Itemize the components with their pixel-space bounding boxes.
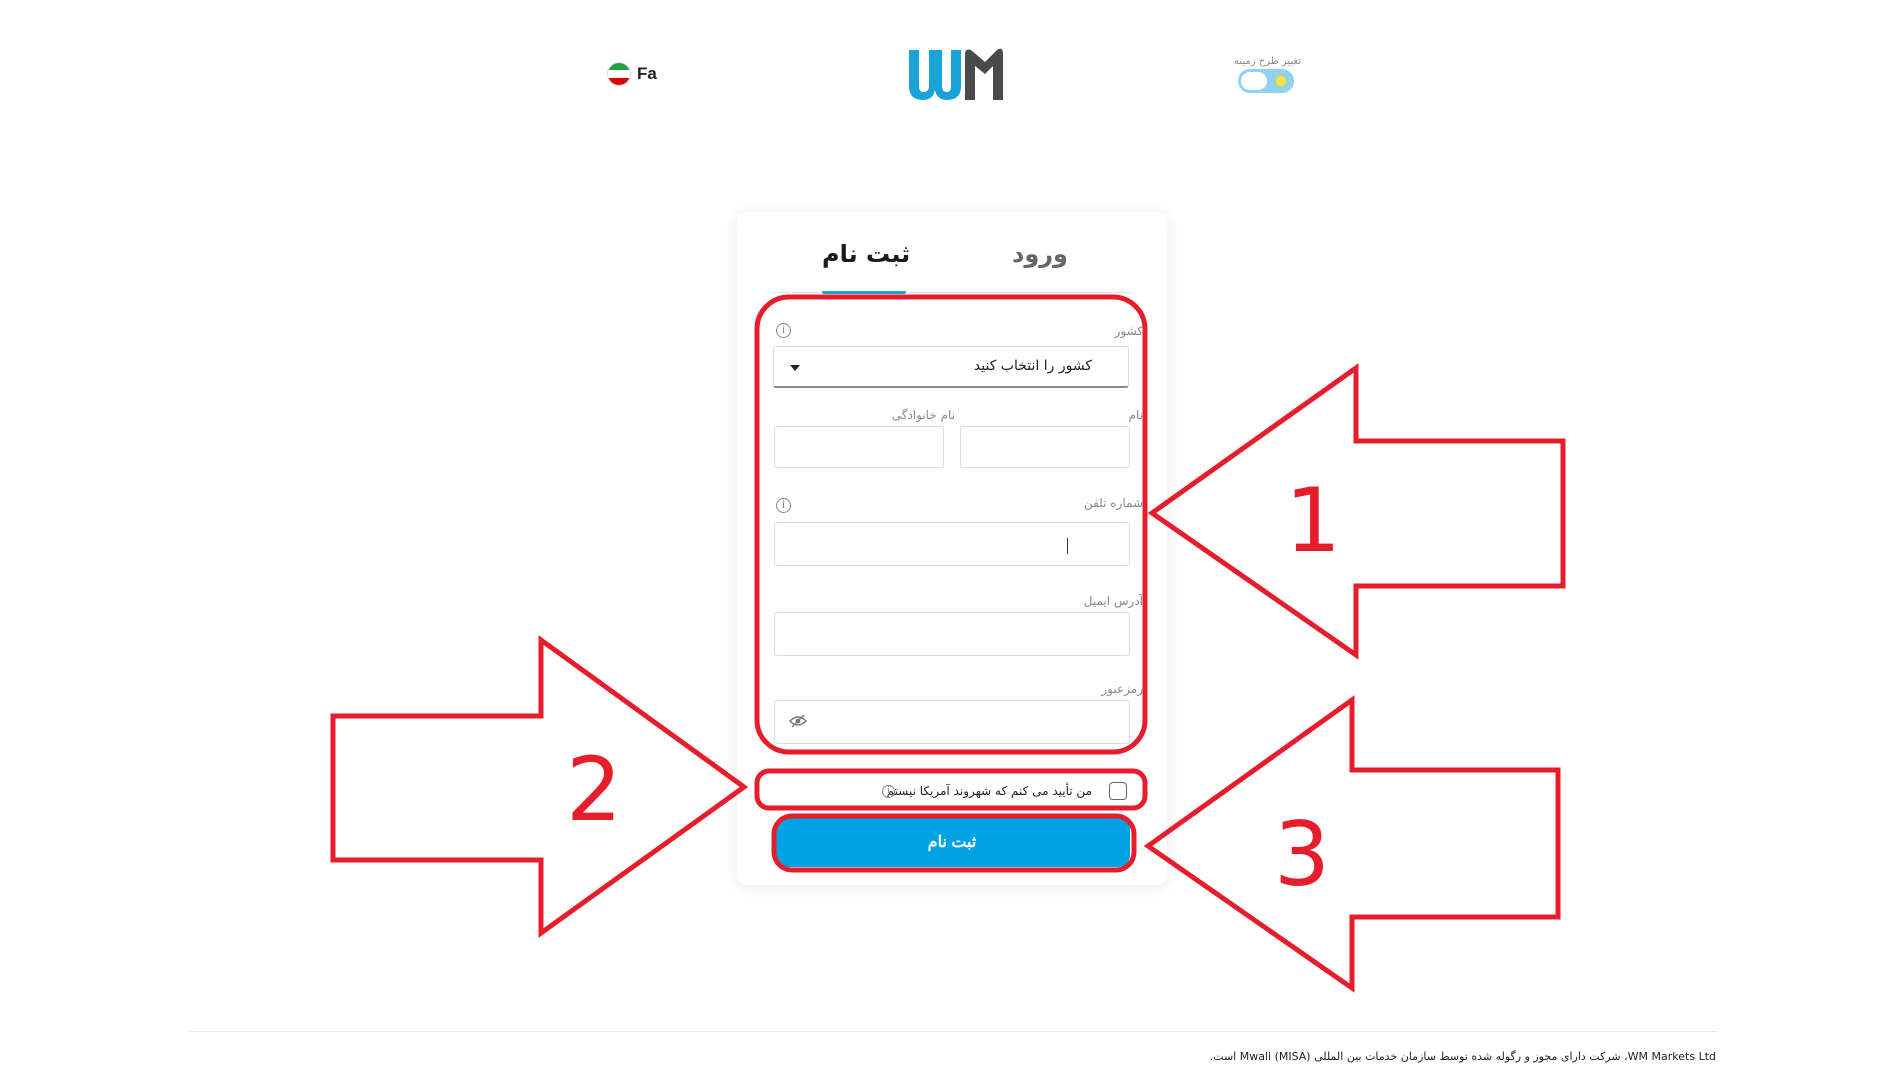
info-icon[interactable]: i [882, 785, 895, 798]
annotation-number-1: 1 [1285, 469, 1341, 572]
email-label: آدرس ایمیل [1083, 594, 1143, 608]
us-citizen-checkbox-label: من تأیید می کنم که شهروند آمریکا نیستم [886, 784, 1092, 798]
auth-tabs: ثبت نام ورود [772, 236, 1132, 294]
country-select-value: کشور را انتخاب کنید [973, 358, 1092, 374]
annotation-number-2: 2 [566, 738, 622, 841]
us-citizen-checkbox[interactable] [1109, 782, 1127, 800]
password-label: رمزعبور [1101, 682, 1143, 696]
annotation-arrow-2 [330, 635, 749, 938]
register-submit-button[interactable]: ثبت نام [774, 817, 1130, 867]
info-icon[interactable]: i [776, 498, 791, 513]
theme-label: تغییر طرح زمینه [1234, 56, 1302, 67]
tab-register[interactable]: ثبت نام [822, 240, 910, 268]
footer-legal-text: WM Markets Ltd، شرکت دارای مجوز و رگوله … [1209, 1050, 1716, 1063]
theme-switcher[interactable]: تغییر طرح زمینه [1234, 56, 1302, 97]
eye-off-icon[interactable] [789, 714, 807, 728]
first-name-label: نام [1128, 408, 1143, 422]
tab-login[interactable]: ورود [1012, 240, 1068, 268]
email-input[interactable] [774, 612, 1130, 656]
last-name-input[interactable] [774, 426, 944, 468]
info-icon[interactable]: i [776, 323, 791, 338]
phone-label: شماره تلفن [1083, 496, 1143, 510]
footer-divider [188, 1031, 1718, 1032]
annotation-arrow-1 [1147, 363, 1566, 660]
language-label: Fa [637, 64, 657, 83]
wm-logo[interactable] [905, 46, 1005, 104]
country-label: کشور [1114, 324, 1143, 338]
first-name-input[interactable] [960, 426, 1130, 468]
theme-toggle[interactable] [1238, 69, 1294, 93]
toggle-knob [1241, 72, 1267, 90]
active-tab-indicator [822, 291, 906, 294]
last-name-label: نام خانوادگی [891, 408, 955, 422]
annotation-number-3: 3 [1274, 803, 1330, 906]
country-select[interactable]: کشور را انتخاب کنید [773, 346, 1129, 388]
annotation-arrow-3 [1143, 695, 1561, 993]
sun-icon [1276, 76, 1286, 86]
language-switcher[interactable]: Fa [607, 62, 657, 86]
phone-input[interactable] [774, 522, 1130, 566]
iran-flag-icon [607, 62, 631, 86]
caret-down-icon [790, 365, 800, 371]
text-cursor [1067, 538, 1068, 554]
password-input[interactable] [774, 700, 1130, 744]
